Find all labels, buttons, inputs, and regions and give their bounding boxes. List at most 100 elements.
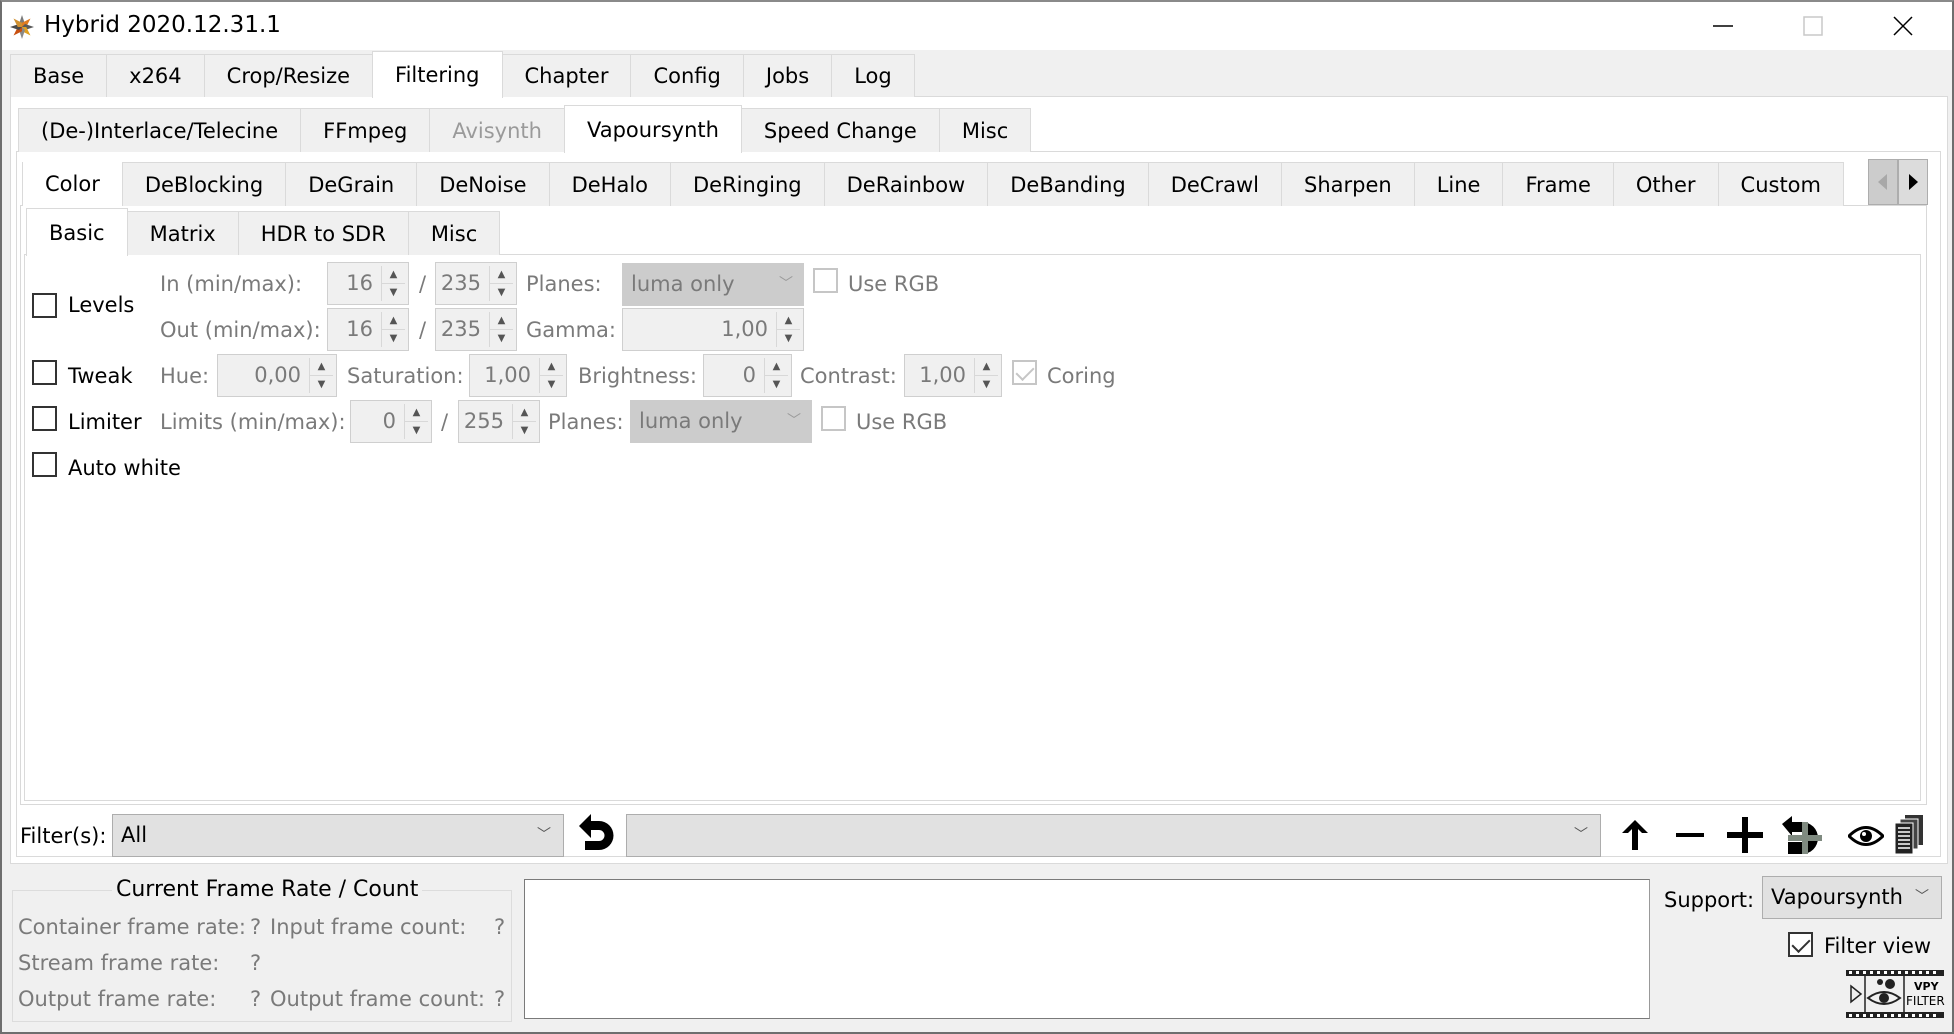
tab-jobs[interactable]: Jobs: [742, 54, 833, 97]
tab-denoise[interactable]: DeNoise: [416, 162, 550, 206]
spin-down-icon[interactable]: ▼: [405, 422, 428, 439]
spin-down-icon[interactable]: ▼: [513, 422, 536, 439]
spin-up-icon[interactable]: ▲: [382, 312, 405, 330]
spin-up-icon[interactable]: ▲: [405, 404, 428, 422]
limiter-label: Limiter: [68, 410, 142, 434]
spin-down-icon[interactable]: ▼: [765, 376, 788, 393]
tweak-coring-checkbox[interactable]: [1012, 360, 1037, 385]
eye-icon: [1848, 826, 1884, 846]
script-preview-textbox[interactable]: [524, 879, 1650, 1019]
spin-down-icon[interactable]: ▼: [490, 330, 513, 347]
limiter-use-rgb-checkbox[interactable]: [821, 406, 846, 431]
tab-degrain[interactable]: DeGrain: [285, 162, 418, 206]
tab-misc[interactable]: Misc: [938, 108, 1032, 152]
preview-button[interactable]: [1846, 816, 1886, 856]
spin-up-icon[interactable]: ▲: [382, 266, 405, 284]
move-up-button[interactable]: [1615, 814, 1655, 856]
tab-decrawl[interactable]: DeCrawl: [1147, 162, 1282, 206]
tab-chapter[interactable]: Chapter: [501, 54, 632, 97]
tab-deblocking[interactable]: DeBlocking: [121, 162, 287, 206]
vpy-logo-text: VPY: [1914, 980, 1939, 993]
limiter-planes-select[interactable]: luma only ﹀: [630, 400, 812, 443]
levels-out-max-spinbox[interactable]: 235 ▲ ▼: [435, 308, 517, 351]
spin-down-icon[interactable]: ▼: [382, 330, 405, 347]
copy-button[interactable]: [1890, 812, 1930, 858]
tab-speed-change[interactable]: Speed Change: [740, 108, 940, 152]
minimize-button[interactable]: [1678, 2, 1768, 50]
tab-log[interactable]: Log: [831, 54, 915, 97]
levels-in-max-spinbox[interactable]: 235 ▲ ▼: [435, 262, 517, 305]
tab-other[interactable]: Other: [1612, 162, 1719, 206]
tab-deringing[interactable]: DeRinging: [670, 162, 825, 206]
tweak-hue-spinbox[interactable]: 0,00 ▲ ▼: [217, 354, 337, 397]
spin-up-icon[interactable]: ▲: [490, 266, 513, 284]
spin-down-icon[interactable]: ▼: [310, 376, 333, 393]
replace-button[interactable]: [1778, 812, 1824, 858]
spin-down-icon[interactable]: ▼: [975, 376, 998, 393]
limiter-max-spinbox[interactable]: 255 ▲ ▼: [458, 400, 540, 443]
auto-white-checkbox[interactable]: [32, 452, 57, 477]
spin-up-icon[interactable]: ▲: [513, 404, 536, 422]
hybrid-logo-icon: [10, 15, 34, 39]
tab-config[interactable]: Config: [630, 54, 744, 97]
vpy-filter-logo[interactable]: VPY FILTER: [1846, 970, 1945, 1018]
tab-frame[interactable]: Frame: [1502, 162, 1614, 206]
filters-label: Filter(s):: [20, 824, 107, 848]
add-button[interactable]: [1724, 814, 1766, 856]
spin-down-icon[interactable]: ▼: [540, 376, 563, 393]
tab-base[interactable]: Base: [10, 54, 108, 97]
tab-filtering[interactable]: Filtering: [372, 51, 503, 98]
filters-select[interactable]: All ﹀: [112, 814, 564, 857]
spin-up-icon[interactable]: ▲: [777, 312, 800, 330]
remove-button[interactable]: [1670, 814, 1710, 856]
tab-vapoursynth[interactable]: Vapoursynth: [563, 105, 742, 153]
tab-de-interlace-telecine[interactable]: (De-)Interlace/Telecine: [18, 108, 302, 152]
tab-color[interactable]: Color: [22, 162, 123, 206]
tab-matrix[interactable]: Matrix: [126, 211, 239, 255]
tab-avisynth[interactable]: Avisynth: [429, 108, 565, 152]
levels-gamma-spinbox[interactable]: 1,00 ▲ ▼: [622, 308, 804, 351]
spin-down-icon[interactable]: ▼: [490, 284, 513, 301]
app-window: Hybrid 2020.12.31.1 Base x264 Crop/Resize F…: [0, 0, 1954, 1034]
tab-sharpen[interactable]: Sharpen: [1280, 162, 1415, 206]
tweak-checkbox[interactable]: [32, 360, 57, 385]
tab-dehalo[interactable]: DeHalo: [548, 162, 671, 206]
tweak-saturation-spinbox[interactable]: 1,00 ▲ ▼: [469, 354, 567, 397]
spin-up-icon[interactable]: ▲: [975, 358, 998, 376]
spin-up-icon[interactable]: ▲: [765, 358, 788, 376]
levels-planes-select[interactable]: luma only ﹀: [622, 263, 804, 306]
tab-line[interactable]: Line: [1413, 162, 1504, 206]
tweak-brightness-spinbox[interactable]: 0 ▲ ▼: [703, 354, 792, 397]
support-select[interactable]: Vapoursynth ﹀: [1762, 876, 1942, 919]
levels-use-rgb-checkbox[interactable]: [813, 268, 838, 293]
spin-up-icon[interactable]: ▲: [540, 358, 563, 376]
tab-custom[interactable]: Custom: [1717, 162, 1844, 206]
spin-up-icon[interactable]: ▲: [310, 358, 333, 376]
tab-crop-resize[interactable]: Crop/Resize: [203, 54, 374, 97]
levels-out-min-spinbox[interactable]: 16 ▲ ▼: [327, 308, 409, 351]
limiter-min-spinbox[interactable]: 0 ▲ ▼: [350, 400, 432, 443]
filter-view-checkbox[interactable]: [1788, 932, 1813, 957]
tab-misc[interactable]: Misc: [407, 211, 501, 255]
close-button[interactable]: [1858, 2, 1948, 50]
maximize-button[interactable]: [1768, 2, 1858, 50]
spin-down-icon[interactable]: ▼: [777, 330, 800, 347]
spin-down-icon[interactable]: ▼: [382, 284, 405, 301]
tab-basic[interactable]: Basic: [26, 208, 128, 256]
container-frame-rate-value: ?: [250, 915, 262, 939]
levels-checkbox[interactable]: [32, 293, 57, 318]
spin-up-icon[interactable]: ▲: [490, 312, 513, 330]
tweak-contrast-spinbox[interactable]: 1,00 ▲ ▼: [904, 354, 1002, 397]
levels-in-min-spinbox[interactable]: 16 ▲ ▼: [327, 262, 409, 305]
tab-x264[interactable]: x264: [106, 54, 205, 97]
limiter-checkbox[interactable]: [32, 406, 57, 431]
tab-ffmpeg[interactable]: FFmpeg: [300, 108, 431, 152]
tab-debanding[interactable]: DeBanding: [987, 162, 1149, 206]
undo-button[interactable]: [572, 812, 618, 858]
tab-derainbow[interactable]: DeRainbow: [823, 162, 989, 206]
tab-scroll-left-button[interactable]: [1868, 159, 1898, 205]
tab-scroll-right-button[interactable]: [1898, 159, 1928, 205]
limiter-use-rgb-label: Use RGB: [856, 410, 948, 434]
filter-list-select[interactable]: ﹀: [626, 814, 1601, 857]
tab-hdr-to-sdr[interactable]: HDR to SDR: [237, 211, 409, 255]
